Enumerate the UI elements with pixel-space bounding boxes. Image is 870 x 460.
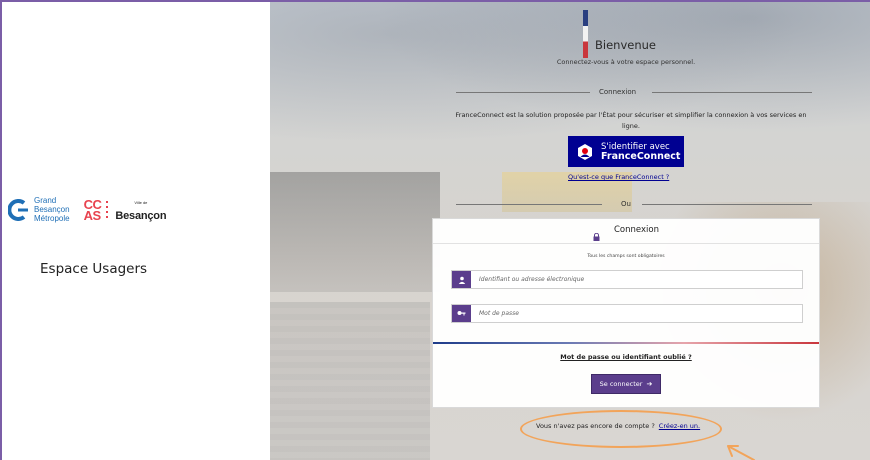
key-icon	[452, 305, 471, 322]
password-field	[451, 304, 803, 323]
login-card: Connexion Tous les champs sont obligatoi…	[432, 218, 820, 408]
franceconnect-logo-icon	[576, 143, 594, 161]
welcome-title: Bienvenue	[595, 38, 656, 52]
required-fields-note: Tous les champs sont obligatoires	[587, 254, 665, 259]
highlight-ellipse	[520, 410, 722, 448]
user-icon	[452, 271, 471, 288]
sign-in-icon: ➔	[646, 380, 653, 388]
franceconnect-button-line1: S'identifier avec	[601, 141, 670, 152]
ville-besancon-logo: Ville de Besançon	[115, 199, 167, 222]
or-line-left	[456, 204, 602, 205]
background-crowd	[270, 172, 440, 292]
or-line-right	[642, 204, 812, 205]
franceconnect-info-link[interactable]: Qu'est-ce que FranceConnect ?	[568, 173, 669, 181]
username-input[interactable]	[471, 271, 802, 288]
franceconnect-section-label: Connexion	[599, 88, 637, 96]
lock-icon	[593, 226, 600, 241]
password-input[interactable]	[471, 305, 802, 322]
separator-line-right	[652, 92, 812, 93]
login-card-header: Connexion	[433, 219, 819, 241]
background-flag	[583, 10, 588, 58]
login-panel: Bienvenue Connectez-vous à votre espace …	[270, 2, 870, 460]
login-submit-button[interactable]: Se connecter ➔	[591, 374, 661, 394]
tricolor-divider	[433, 342, 819, 344]
franceconnect-description: FranceConnect est la solution proposée p…	[455, 111, 807, 130]
username-field	[451, 270, 803, 289]
or-divider-label: Ou	[621, 200, 631, 208]
separator-line-left	[456, 92, 590, 93]
grand-besancon-logo-icon	[7, 198, 30, 221]
highlight-arrow-icon	[726, 442, 760, 460]
login-card-divider	[433, 243, 819, 244]
login-submit-label: Se connecter	[599, 380, 643, 388]
logo-separator-dots	[106, 201, 109, 218]
franceconnect-button[interactable]: S'identifier avec FranceConnect	[568, 136, 684, 167]
login-card-title: Connexion	[614, 225, 659, 235]
welcome-subtitle: Connectez-vous à votre espace personnel.	[556, 58, 696, 66]
forgot-password-link[interactable]: Mot de passe ou identifiant oublié ?	[433, 353, 819, 361]
franceconnect-button-line2: FranceConnect	[601, 150, 681, 162]
ccas-logo: CC AS	[83, 196, 102, 223]
grand-besancon-logo-text: Grand Besançon Métropole	[34, 196, 70, 223]
background-wall	[270, 302, 430, 460]
left-panel: Grand Besançon Métropole CC AS Ville de …	[2, 2, 268, 460]
page-title: Espace Usagers	[40, 261, 148, 277]
partner-logos: Grand Besançon Métropole CC AS Ville de …	[7, 196, 167, 223]
